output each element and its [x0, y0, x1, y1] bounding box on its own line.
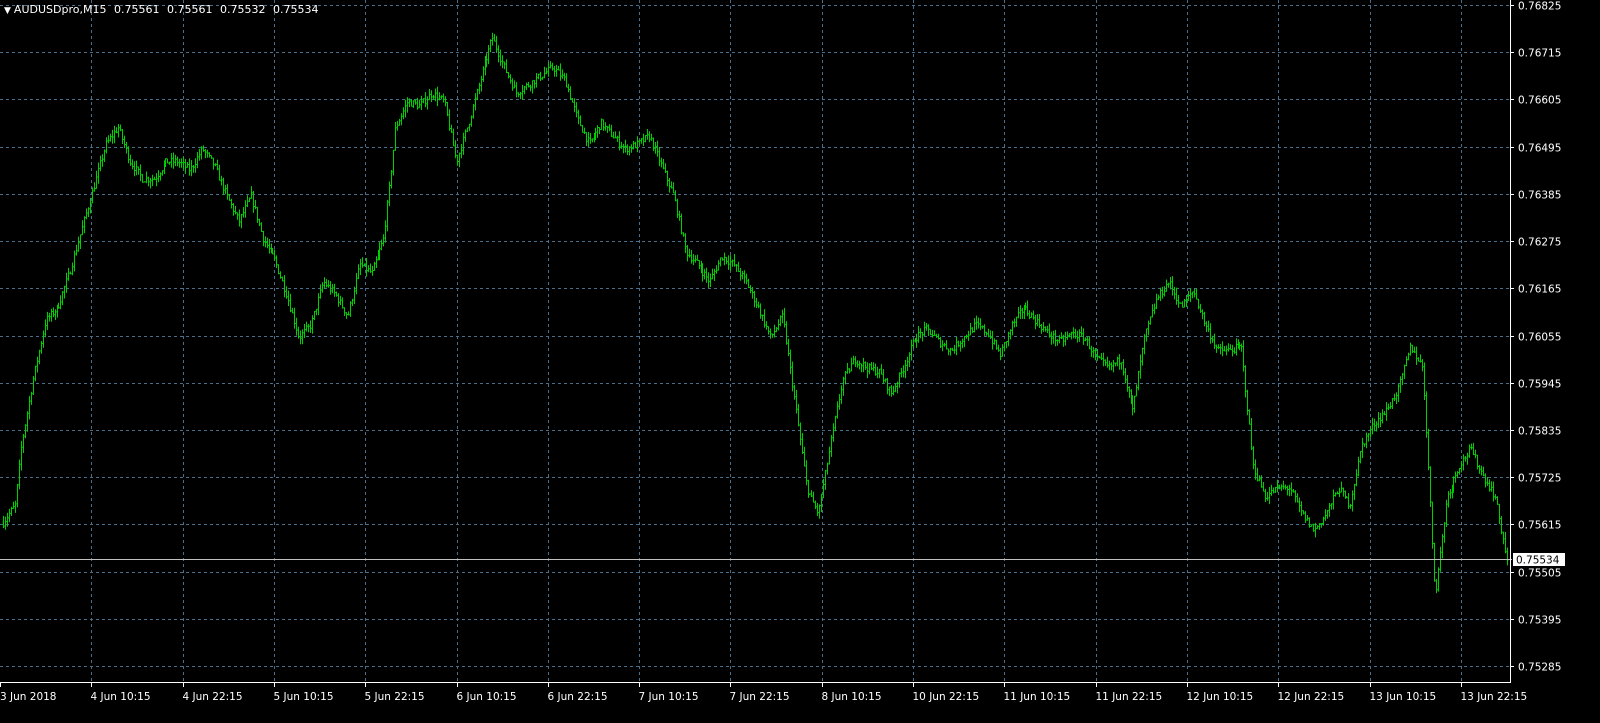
time-tick-label: 10 Jun 22:15: [913, 691, 980, 703]
low-value: 0.75532: [219, 3, 266, 16]
price-tick-label: 0.75285: [1518, 662, 1561, 674]
price-tick-label: 0.76495: [1518, 143, 1561, 155]
high-value: 0.75561: [166, 3, 213, 16]
time-tick-label: 11 Jun 22:15: [1096, 691, 1163, 703]
time-tick-label: 3 Jun 2018: [0, 691, 56, 703]
time-tick-label: 7 Jun 22:15: [730, 691, 790, 703]
price-tick-label: 0.75615: [1518, 520, 1561, 532]
price-axis[interactable]: 0.76825 0.76715 0.76605 0.76495 0.76385 0.762…: [1510, 1, 1561, 674]
time-tick-label: 12 Jun 10:15: [1187, 691, 1254, 703]
price-tick-label: 0.76715: [1518, 48, 1561, 60]
price-chart[interactable]: 0.76825 0.76715 0.76605 0.76495 0.76385 0.762…: [0, 0, 1600, 723]
price-tick-label: 0.75835: [1518, 426, 1561, 438]
time-tick-label: 6 Jun 10:15: [457, 691, 517, 703]
price-tick-label: 0.75395: [1518, 615, 1561, 627]
time-tick-label: 6 Jun 22:15: [548, 691, 608, 703]
time-tick-label: 5 Jun 10:15: [274, 691, 334, 703]
time-tick-label: 11 Jun 10:15: [1004, 691, 1071, 703]
time-tick-label: 8 Jun 10:15: [822, 691, 882, 703]
current-price-label: 0.75534: [1516, 555, 1560, 567]
close-value: 0.75534: [272, 3, 319, 16]
symbol-timeframe: AUDUSDpro,M15: [13, 3, 107, 16]
time-tick-label: 4 Jun 10:15: [91, 691, 151, 703]
time-tick-label: 13 Jun 22:15: [1461, 691, 1528, 703]
price-tick-label: 0.75725: [1518, 473, 1561, 485]
time-tick-label: 12 Jun 22:15: [1278, 691, 1345, 703]
price-tick-label: 0.75945: [1518, 379, 1561, 391]
triangle-down-icon[interactable]: ▼: [4, 6, 11, 16]
current-price-badge: 0.75534: [1513, 553, 1565, 567]
symbol-ohlc-header: ▼ AUDUSDpro,M15 0.75561 0.75561 0.75532 0…: [4, 3, 322, 16]
price-tick-label: 0.76165: [1518, 284, 1561, 296]
price-tick-label: 0.76825: [1518, 1, 1561, 13]
price-tick-label: 0.76055: [1518, 332, 1561, 344]
price-tick-label: 0.75505: [1518, 568, 1561, 580]
time-tick-label: 7 Jun 10:15: [639, 691, 699, 703]
time-tick-label: 5 Jun 22:15: [365, 691, 425, 703]
price-tick-label: 0.76605: [1518, 95, 1561, 107]
time-tick-label: 4 Jun 22:15: [183, 691, 243, 703]
time-tick-label: 13 Jun 10:15: [1370, 691, 1437, 703]
price-tick-label: 0.76385: [1518, 190, 1561, 202]
price-tick-label: 0.76275: [1518, 237, 1561, 249]
open-value: 0.75561: [113, 3, 160, 16]
